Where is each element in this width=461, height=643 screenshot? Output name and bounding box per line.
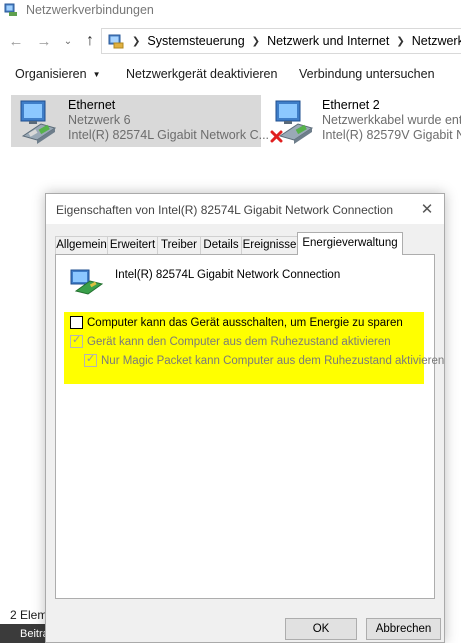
breadcrumb-netzwerk-und-internet[interactable]: Netzwerk und Internet: [267, 34, 389, 48]
checkmark-icon: ✓: [72, 334, 82, 346]
allow-power-off-option[interactable]: Computer kann das Gerät ausschalten, um …: [70, 316, 403, 329]
address-bar-row: ← → ⌄ ↑ ❯ Systemsteuerung ❯ Netzwerk und…: [0, 27, 461, 55]
highlighted-options-area: Computer kann das Gerät ausschalten, um …: [64, 312, 444, 384]
wake-computer-label: Gerät kann den Computer aus dem Ruhezust…: [87, 335, 391, 348]
power-management-panel: Intel(R) 82574L Gigabit Network Connecti…: [55, 254, 444, 599]
network-adapter-icon: [20, 100, 57, 144]
connection-text: Ethernet Netzwerk 6 Intel(R) 82574L Giga…: [68, 98, 269, 143]
deactivate-device-button[interactable]: Netzwerkgerät deaktivieren: [126, 67, 277, 81]
window-title: Netzwerkverbindungen: [26, 3, 154, 17]
connection-item-ethernet-2[interactable]: Ethernet 2 Netzwerkkabel wurde entfernt …: [266, 95, 461, 147]
tab-ereignisse[interactable]: Ereignisse: [241, 236, 298, 255]
cancel-button[interactable]: Abbrechen: [366, 618, 441, 640]
wake-computer-checkbox: ✓: [70, 334, 83, 348]
control-panel-icon: [108, 34, 124, 49]
magic-packet-checkbox: ✓: [84, 353, 97, 367]
diagnose-connection-button[interactable]: Verbindung untersuchen: [299, 67, 435, 81]
command-bar: Organisieren ▼ Netzwerkgerät deaktivieren…: [0, 60, 461, 88]
tab-erweitert[interactable]: Erweitert: [107, 236, 158, 255]
dialog-titlebar: Eigenschaften von Intel(R) 82574L Gigabi…: [46, 194, 444, 224]
tab-treiber[interactable]: Treiber: [157, 236, 201, 255]
allow-power-off-checkbox[interactable]: [70, 316, 83, 329]
connection-text: Ethernet 2 Netzwerkkabel wurde entfernt …: [322, 98, 461, 143]
connection-status: Netzwerk 6: [68, 113, 131, 127]
connection-adapter: Intel(R) 82579V Gigabit Network Connecti…: [322, 128, 461, 142]
breadcrumb-netzwerkverbindungen[interactable]: Netzwerkverbindungen: [412, 34, 461, 48]
checkmark-icon: ✓: [86, 353, 96, 365]
up-arrow-icon[interactable]: ↑: [80, 31, 100, 51]
address-box[interactable]: ❯ Systemsteuerung ❯ Netzwerk und Interne…: [101, 28, 461, 54]
allow-power-off-label: Computer kann das Gerät ausschalten, um …: [87, 316, 403, 329]
recent-locations-chevron-icon[interactable]: ⌄: [58, 31, 78, 51]
red-x-icon: [270, 130, 283, 143]
connection-item-ethernet[interactable]: Ethernet Netzwerk 6 Intel(R) 82574L Giga…: [11, 95, 269, 147]
breadcrumb-separator-icon[interactable]: ❯: [396, 36, 404, 47]
tab-allgemein[interactable]: Allgemein: [55, 236, 108, 255]
magic-packet-label: Nur Magic Packet kann Computer aus dem R…: [101, 354, 445, 367]
connection-name: Ethernet 2: [322, 98, 380, 112]
network-connections-app-icon: [4, 3, 17, 16]
network-adapter-disconnected-icon: [270, 100, 314, 144]
tab-energieverwaltung[interactable]: Energieverwaltung: [297, 232, 403, 255]
device-name: Intel(R) 82574L Gigabit Network Connecti…: [115, 269, 341, 281]
tab-details[interactable]: Details: [200, 236, 242, 255]
connection-status: Netzwerkkabel wurde entfernt: [322, 113, 461, 127]
forward-arrow-icon[interactable]: →: [34, 31, 54, 51]
magic-packet-option: ✓ Nur Magic Packet kann Computer aus dem…: [84, 353, 445, 367]
connection-adapter: Intel(R) 82574L Gigabit Network C...: [68, 128, 270, 142]
dialog-title: Eigenschaften von Intel(R) 82574L Gigabi…: [56, 203, 394, 217]
back-arrow-icon[interactable]: ←: [6, 31, 26, 51]
organize-label: Organisieren: [15, 67, 87, 81]
breadcrumb-systemsteuerung[interactable]: Systemsteuerung: [147, 34, 244, 48]
wake-computer-option: ✓ Gerät kann den Computer aus dem Ruhezu…: [70, 334, 391, 348]
breadcrumb-separator-icon: ❯: [132, 35, 141, 47]
properties-dialog: Eigenschaften von Intel(R) 82574L Gigabi…: [45, 193, 445, 643]
dropdown-caret-icon: ▼: [92, 70, 101, 79]
network-card-icon: [70, 269, 104, 295]
close-icon[interactable]: ✕: [416, 198, 438, 220]
organize-menu-button[interactable]: Organisieren ▼: [15, 67, 101, 81]
taskbar-item[interactable]: Beitrag: [0, 624, 46, 643]
breadcrumb-separator-icon[interactable]: ❯: [252, 36, 260, 47]
connection-name: Ethernet: [68, 98, 116, 112]
window-titlebar: Netzwerkverbindungen: [0, 0, 461, 22]
ok-button[interactable]: OK: [285, 618, 357, 640]
